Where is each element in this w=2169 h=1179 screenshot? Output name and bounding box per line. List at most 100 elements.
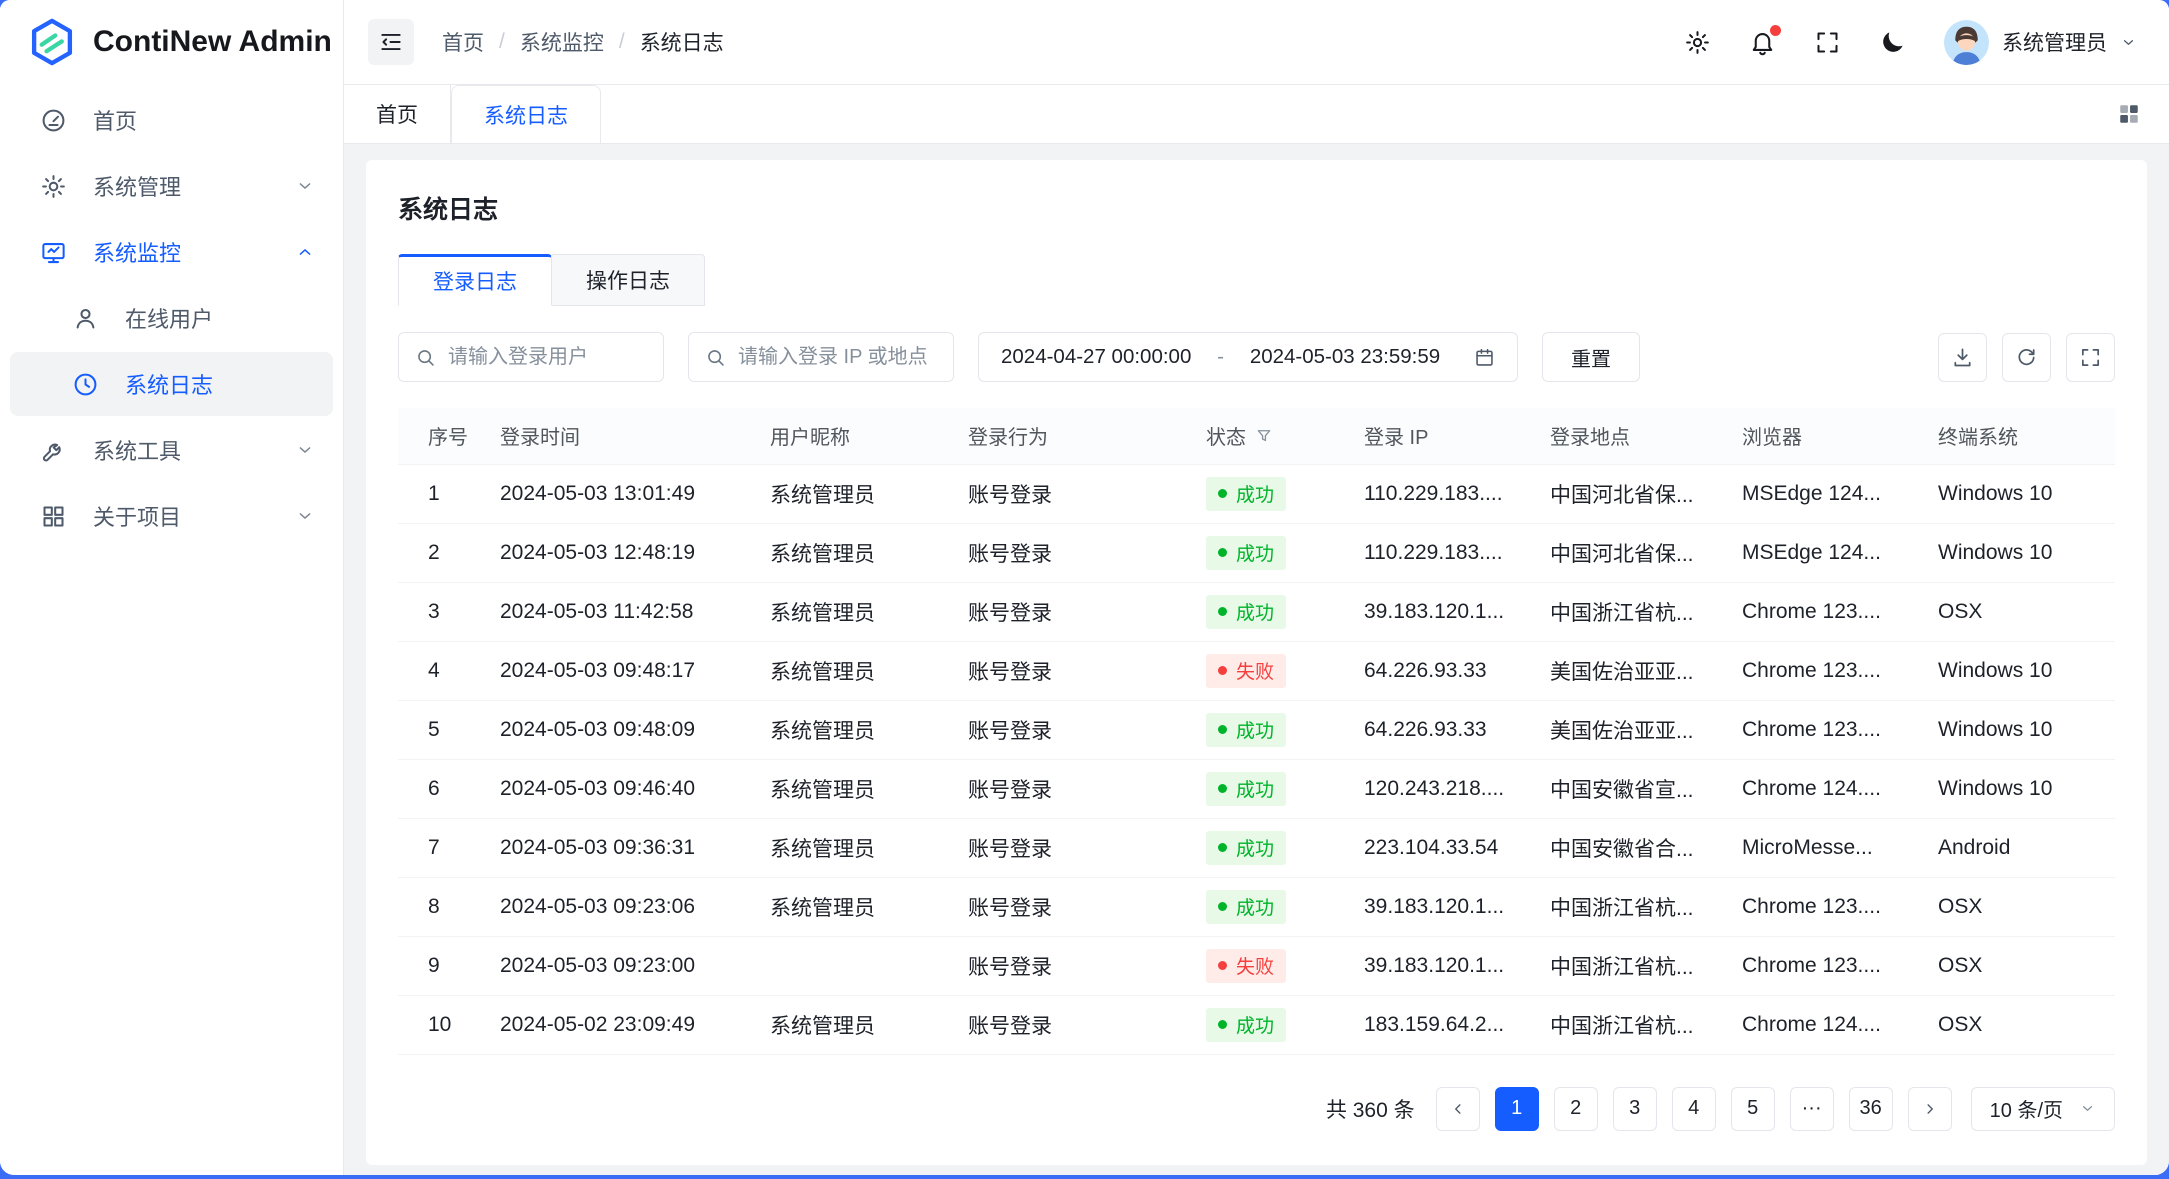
cell-status: 成功 — [1192, 523, 1350, 582]
cell-index: 3 — [398, 582, 486, 641]
cell-location: 中国安徽省宣... — [1536, 759, 1728, 818]
cell-os: Windows 10 — [1924, 641, 2115, 700]
chevron-down-icon — [2120, 34, 2137, 51]
table-fullscreen-button[interactable] — [2066, 333, 2115, 382]
settings-icon — [1684, 29, 1711, 56]
cell-behavior: 账号登录 — [954, 818, 1192, 877]
cell-index: 8 — [398, 877, 486, 936]
dashboard-icon — [40, 107, 67, 134]
page-button[interactable]: 5 — [1731, 1087, 1775, 1131]
page-button[interactable]: ··· — [1790, 1087, 1834, 1131]
column-header: 登录地点 — [1536, 408, 1728, 464]
cell-browser: Chrome 124.... — [1728, 759, 1924, 818]
tabbar-tabs: 首页系统日志 — [344, 85, 601, 143]
login-ip-search — [688, 332, 954, 382]
previous-page-button[interactable] — [1436, 1087, 1480, 1131]
window-tab[interactable]: 系统日志 — [451, 85, 601, 143]
cell-index: 10 — [398, 995, 486, 1054]
cell-behavior: 账号登录 — [954, 877, 1192, 936]
cell-nickname: 系统管理员 — [756, 995, 954, 1054]
sidebar-item[interactable]: 首页 — [10, 88, 333, 152]
cell-browser: Chrome 123.... — [1728, 700, 1924, 759]
sidebar-item[interactable]: 系统管理 — [10, 154, 333, 218]
sidebar-item[interactable]: 系统日志 — [10, 352, 333, 416]
page-button[interactable]: 4 — [1672, 1087, 1716, 1131]
table-header-row: 序号登录时间用户昵称登录行为状态登录 IP登录地点浏览器终端系统 — [398, 408, 2115, 464]
table-row: 72024-05-03 09:36:31系统管理员账号登录成功223.104.3… — [398, 818, 2115, 877]
reset-button[interactable]: 重置 — [1542, 332, 1640, 382]
login-user-input[interactable] — [448, 346, 647, 369]
window-tab[interactable]: 首页 — [344, 85, 451, 143]
sidebar-item[interactable]: 系统工具 — [10, 418, 333, 482]
sidebar-collapse-button[interactable] — [368, 19, 414, 65]
page-button[interactable]: 1 — [1495, 1087, 1539, 1131]
page-button[interactable]: 36 — [1849, 1087, 1893, 1131]
status-dot-icon — [1218, 548, 1227, 557]
cell-browser: Chrome 124.... — [1728, 995, 1924, 1054]
log-tab[interactable]: 登录日志 — [398, 254, 552, 306]
settings-button[interactable] — [1684, 29, 1711, 56]
user-menu[interactable]: 系统管理员 — [1944, 20, 2137, 65]
cell-index: 9 — [398, 936, 486, 995]
cell-behavior: 账号登录 — [954, 464, 1192, 523]
column-label: 登录行为 — [968, 421, 1048, 450]
pagination: 共 360 条 12345···36 10 条/页 — [398, 1087, 2115, 1131]
page-title: 系统日志 — [398, 190, 2115, 226]
page-size-value: 10 条/页 — [1990, 1094, 2063, 1123]
breadcrumb-item[interactable]: 系统日志 — [640, 27, 724, 57]
sidebar-item-label: 系统日志 — [125, 368, 315, 400]
status-badge: 成功 — [1206, 890, 1286, 924]
breadcrumb: 首页/系统监控/系统日志 — [442, 27, 724, 57]
date-range-start: 2024-04-27 00:00:00 — [1001, 345, 1191, 369]
calendar-icon — [1474, 347, 1495, 368]
status-badge: 失败 — [1206, 949, 1286, 983]
refresh-button[interactable] — [2002, 333, 2051, 382]
chevron-down-icon — [2079, 1100, 2096, 1117]
app-logo-icon — [26, 16, 78, 68]
fullscreen-icon — [2079, 346, 2102, 369]
cell-ip: 120.243.218.... — [1350, 759, 1536, 818]
notifications-button[interactable] — [1749, 29, 1776, 56]
app-title: ContiNew Admin — [93, 25, 332, 59]
cell-index: 4 — [398, 641, 486, 700]
cell-login-time: 2024-05-03 09:23:06 — [486, 877, 756, 936]
cell-ip: 110.229.183.... — [1350, 523, 1536, 582]
cell-status: 成功 — [1192, 877, 1350, 936]
table-row: 62024-05-03 09:46:40系统管理员账号登录成功120.243.2… — [398, 759, 2115, 818]
cell-os: Android — [1924, 818, 2115, 877]
tab-actions-button[interactable] — [2115, 100, 2143, 128]
next-page-button[interactable] — [1908, 1087, 1952, 1131]
page-size-select[interactable]: 10 条/页 — [1971, 1087, 2115, 1131]
chevron-down-icon — [295, 176, 315, 196]
breadcrumb-item[interactable]: 系统监控 — [520, 27, 604, 57]
table-row: 92024-05-03 09:23:00账号登录失败39.183.120.1..… — [398, 936, 2115, 995]
date-range-picker[interactable]: 2024-04-27 00:00:00 - 2024-05-03 23:59:5… — [978, 332, 1518, 382]
fullscreen-button[interactable] — [1814, 29, 1841, 56]
cell-browser: MSEdge 124... — [1728, 464, 1924, 523]
column-label: 登录地点 — [1550, 421, 1630, 450]
page-button[interactable]: 2 — [1554, 1087, 1598, 1131]
chevron-right-icon — [1921, 1100, 1939, 1118]
column-header: 浏览器 — [1728, 408, 1924, 464]
sidebar-item[interactable]: 系统监控 — [10, 220, 333, 284]
filter-icon[interactable] — [1255, 427, 1273, 445]
log-tab[interactable]: 操作日志 — [552, 254, 705, 306]
sidebar-item[interactable]: 在线用户 — [10, 286, 333, 350]
cell-status: 失败 — [1192, 936, 1350, 995]
sidebar-item[interactable]: 关于项目 — [10, 484, 333, 548]
sidebar: ContiNew Admin 首页系统管理系统监控在线用户系统日志系统工具关于项… — [0, 0, 344, 1175]
breadcrumb-item[interactable]: 首页 — [442, 27, 484, 57]
cell-behavior: 账号登录 — [954, 700, 1192, 759]
login-ip-input[interactable] — [738, 346, 937, 369]
cell-behavior: 账号登录 — [954, 641, 1192, 700]
dark-mode-button[interactable] — [1879, 29, 1906, 56]
chevron-left-icon — [1449, 1100, 1467, 1118]
export-button[interactable] — [1938, 333, 1987, 382]
column-label: 登录时间 — [500, 421, 580, 450]
search-icon — [415, 347, 436, 368]
sidebar-item-label: 系统工具 — [93, 434, 295, 466]
status-badge: 成功 — [1206, 772, 1286, 806]
page-button[interactable]: 3 — [1613, 1087, 1657, 1131]
status-badge: 成功 — [1206, 477, 1286, 511]
cell-nickname: 系统管理员 — [756, 700, 954, 759]
